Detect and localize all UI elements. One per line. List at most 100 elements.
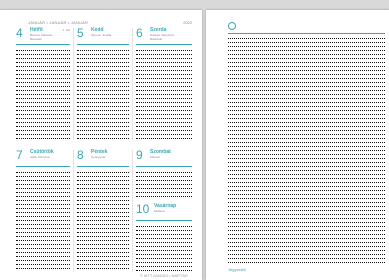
page-header: JANUÁR • JANUÁR • JANUÁR 2022 — [16, 20, 196, 26]
ruled-line — [77, 256, 129, 257]
ruled-line — [16, 252, 70, 253]
ruled-line — [136, 78, 192, 79]
ruled-line — [136, 82, 192, 83]
ruled-line — [16, 102, 70, 103]
ruled-line — [16, 62, 70, 63]
ruled-line — [136, 180, 192, 181]
notes-icon — [228, 22, 236, 30]
ruled-line — [228, 154, 385, 155]
day-accent-bar — [16, 166, 70, 167]
ruled-line — [77, 86, 129, 87]
ruled-line — [136, 66, 192, 67]
ruled-lines-day-10 — [136, 226, 192, 271]
ruled-line — [136, 254, 192, 255]
ruled-line — [228, 142, 385, 143]
ruled-line — [136, 246, 192, 247]
ruled-line — [16, 78, 70, 79]
ruled-line — [77, 78, 129, 79]
ruled-line — [228, 174, 385, 175]
ruled-line — [136, 98, 192, 99]
ruled-line — [16, 58, 70, 59]
ruled-line — [77, 212, 129, 213]
ruled-line — [16, 172, 70, 173]
day-number: 5 — [77, 26, 84, 40]
ruled-line — [16, 106, 70, 107]
ruled-line — [228, 58, 385, 59]
ruled-line — [228, 62, 385, 63]
ruled-line — [77, 106, 129, 107]
ruled-line — [228, 146, 385, 147]
ruled-line — [16, 74, 70, 75]
ruled-line — [77, 240, 129, 241]
ruled-line — [77, 122, 129, 123]
ruled-line — [16, 82, 70, 83]
ruled-line — [16, 224, 70, 225]
ruled-line — [228, 130, 385, 131]
ruled-line — [16, 114, 70, 115]
ruled-line — [136, 58, 192, 59]
ruled-line — [136, 118, 192, 119]
ruled-line — [228, 222, 385, 223]
ruled-line — [77, 188, 129, 189]
ruled-line — [228, 158, 385, 159]
ruled-line — [77, 98, 129, 99]
ruled-line — [228, 262, 385, 263]
ruled-line — [136, 134, 192, 135]
ruled-line — [16, 134, 70, 135]
ruled-line — [136, 188, 192, 189]
column-divider — [132, 28, 133, 140]
name-day-text: Marcell — [150, 155, 160, 159]
name-day-text: Attila, Ramóna — [30, 155, 50, 159]
ruled-line — [228, 178, 385, 179]
ruled-line — [77, 74, 129, 75]
column-divider — [73, 150, 74, 272]
day-accent-bar — [77, 166, 129, 167]
ruled-line — [77, 66, 129, 67]
ruled-line — [77, 102, 129, 103]
ruled-line — [228, 98, 385, 99]
ruled-line — [77, 82, 129, 83]
ruled-line — [136, 50, 192, 51]
ruled-line — [16, 232, 70, 233]
ruled-line — [136, 54, 192, 55]
ruled-line — [16, 180, 70, 181]
ruled-line — [77, 54, 129, 55]
ruled-line — [16, 86, 70, 87]
ruled-line — [228, 218, 385, 219]
day-number: 10 — [136, 202, 150, 216]
ruled-line — [136, 62, 192, 63]
ruled-line — [16, 200, 70, 201]
ruled-lines-day-9 — [136, 172, 192, 198]
day-column-9: 9 Szombat Marcell — [136, 149, 192, 169]
ruled-line — [77, 248, 129, 249]
ruled-line — [136, 230, 192, 231]
day-column-4: 4 Hétfő Bertold, Marietta, Benedek 1. hé… — [16, 27, 70, 47]
ruled-line — [136, 110, 192, 111]
ruled-line — [228, 230, 385, 231]
day-column-10: 10 Vasárnap Melánia — [136, 203, 192, 223]
ruled-line — [16, 228, 70, 229]
ruled-line — [16, 66, 70, 67]
ruled-line — [16, 204, 70, 205]
day-number: 6 — [136, 26, 143, 40]
ruled-line — [228, 122, 385, 123]
ruled-line — [228, 50, 385, 51]
ruled-lines-day-8 — [77, 172, 129, 270]
ruled-line — [77, 50, 129, 51]
ruled-line — [136, 192, 192, 193]
name-day-text: Gáspár, Menyhért, Boldizsár — [150, 33, 175, 41]
ruled-line — [16, 130, 70, 131]
ruled-line — [228, 210, 385, 211]
ruled-line — [16, 216, 70, 217]
ruled-line — [136, 172, 192, 173]
ruled-line — [228, 46, 385, 47]
name-day-text: Bertold, Marietta, Benedek — [30, 33, 53, 41]
ruled-line — [77, 180, 129, 181]
ruled-line — [136, 86, 192, 87]
ruled-line — [228, 86, 385, 87]
ruled-line — [228, 250, 385, 251]
ruled-line — [77, 236, 129, 237]
ruled-line — [16, 122, 70, 123]
ruled-lines-day-6 — [136, 50, 192, 140]
ruled-line — [136, 262, 192, 263]
